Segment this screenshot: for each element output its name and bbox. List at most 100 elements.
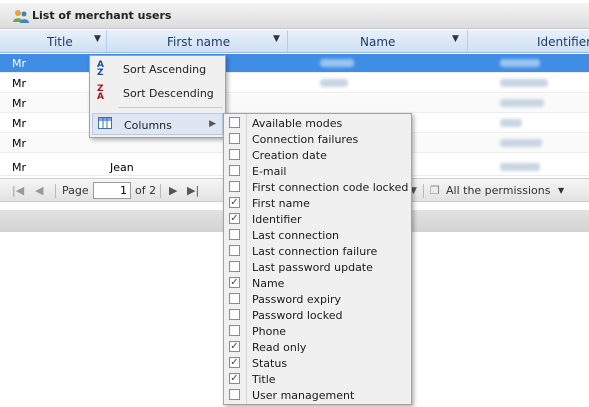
column-menu-trigger[interactable]: ▼: [94, 34, 101, 44]
toolbar-separator: [423, 184, 424, 198]
column-option-label: Creation date: [252, 149, 327, 162]
cell-title: Mr: [12, 137, 27, 150]
columns-item[interactable]: Columns ▶: [92, 113, 223, 135]
checkbox[interactable]: ✓: [229, 277, 240, 288]
column-header-first-name[interactable]: First name ▼: [107, 30, 288, 53]
next-page-icon[interactable]: ▶: [169, 184, 177, 197]
column-header-title-label: Title: [47, 35, 73, 49]
chevron-down-icon[interactable]: ▼: [452, 34, 459, 44]
columns-icon: [98, 117, 114, 133]
checkbox[interactable]: [229, 181, 240, 192]
last-page-icon[interactable]: ▶|: [187, 184, 199, 197]
column-option-password-expiry[interactable]: Password expiry: [226, 291, 412, 307]
checkbox[interactable]: ✓: [229, 373, 240, 384]
column-option-name[interactable]: ✓ Name: [226, 275, 412, 291]
checkbox[interactable]: [229, 245, 240, 256]
column-option-label: Connection failures: [252, 133, 359, 146]
checkbox[interactable]: [229, 165, 240, 176]
column-option-last-password-update[interactable]: Last password update: [226, 259, 412, 275]
column-option-first-name[interactable]: ✓ First name: [226, 195, 412, 211]
column-option-label: Last connection: [252, 229, 340, 242]
checkbox[interactable]: [229, 309, 240, 320]
column-option-email[interactable]: E-mail: [226, 163, 412, 179]
checkbox[interactable]: [229, 133, 240, 144]
column-header-title[interactable]: Title ▼: [0, 30, 107, 53]
column-option-password-locked[interactable]: Password locked: [226, 307, 412, 323]
checkbox[interactable]: [229, 293, 240, 304]
column-option-connection-failures[interactable]: Connection failures: [226, 131, 412, 147]
column-header-name[interactable]: Name ▼: [288, 30, 468, 53]
toolbar-separator: [55, 184, 56, 198]
column-header-name-label: Name: [360, 35, 396, 49]
column-option-label: User management: [252, 389, 355, 402]
chevron-down-icon[interactable]: ▼: [273, 34, 280, 44]
column-option-label: Password locked: [252, 309, 343, 322]
checkbox[interactable]: [229, 261, 240, 272]
column-option-label: Password expiry: [252, 293, 342, 306]
sort-ascending-item[interactable]: AZ Sort Ascending: [92, 58, 223, 80]
column-header-identifier-label: Identifier: [537, 35, 589, 49]
cell-name: [320, 79, 348, 87]
column-option-label: Available modes: [252, 117, 343, 130]
first-page-icon[interactable]: |◀: [12, 184, 24, 197]
column-option-last-connection-failure[interactable]: Last connection failure: [226, 243, 412, 259]
sort-descending-item[interactable]: ZA Sort Descending: [92, 82, 223, 104]
cell-identifier: [500, 119, 522, 127]
column-option-label: Phone: [252, 325, 287, 338]
menu-separator: [118, 107, 223, 108]
column-option-available-modes[interactable]: Available modes: [226, 115, 412, 131]
checkbox[interactable]: ✓: [229, 341, 240, 352]
column-option-label: Read only: [252, 341, 307, 354]
cell-title: Mr: [12, 161, 27, 174]
toolbar-separator: [160, 184, 161, 198]
cell-identifier: [500, 99, 544, 107]
cell-identifier: [500, 59, 540, 67]
cell-identifier: [500, 163, 540, 171]
page-number-input[interactable]: [93, 182, 131, 199]
column-header-menu: AZ Sort Ascending ZA Sort Descending Col…: [89, 55, 226, 138]
grid-header: Title ▼ First name ▼ Name ▼ Identifier: [0, 30, 589, 53]
column-header-identifier[interactable]: Identifier: [468, 30, 589, 53]
cell-title: Mr: [12, 97, 27, 110]
checkbox[interactable]: [229, 117, 240, 128]
columns-submenu: Available modes Connection failures Crea…: [223, 113, 412, 405]
checkbox[interactable]: [229, 229, 240, 240]
panel-title: List of merchant users: [32, 9, 172, 22]
chevron-down-icon[interactable]: ▼: [558, 186, 564, 195]
column-option-read-only[interactable]: ✓ Read only: [226, 339, 412, 355]
column-option-label: E-mail: [252, 165, 287, 178]
column-option-label: First connection code locked: [252, 181, 409, 194]
chevron-right-icon: ▶: [209, 119, 216, 129]
users-icon: [13, 10, 29, 23]
sort-ascending-label: Sort Ascending: [123, 63, 207, 76]
column-option-label: Last connection failure: [252, 245, 378, 258]
column-option-creation-date[interactable]: Creation date: [226, 147, 412, 163]
sort-ascending-icon: AZ: [97, 60, 104, 78]
column-option-user-management[interactable]: User management: [226, 387, 412, 403]
checkbox[interactable]: ✓: [229, 213, 240, 224]
cell-first-name: Jean: [110, 161, 134, 174]
checkbox[interactable]: [229, 325, 240, 336]
sort-descending-label: Sort Descending: [123, 87, 214, 100]
page-count-label: of 2: [135, 184, 157, 197]
checkbox[interactable]: ✓: [229, 197, 240, 208]
column-option-identifier[interactable]: ✓ Identifier: [226, 211, 412, 227]
column-option-first-connection-code-locked[interactable]: First connection code locked: [226, 179, 412, 195]
columns-label: Columns: [124, 119, 172, 132]
column-option-title[interactable]: ✓ Title: [226, 371, 412, 387]
checkbox[interactable]: [229, 389, 240, 400]
column-option-last-connection[interactable]: Last connection: [226, 227, 412, 243]
checkbox[interactable]: ✓: [229, 357, 240, 368]
column-option-phone[interactable]: Phone: [226, 323, 412, 339]
panel-header: List of merchant users: [0, 3, 589, 29]
cell-title: Mr: [12, 57, 27, 70]
checkbox[interactable]: [229, 149, 240, 160]
cell-name: [320, 59, 354, 67]
column-header-first-name-label: First name: [167, 35, 231, 49]
previous-page-icon[interactable]: ◀: [35, 184, 43, 197]
column-option-label: Identifier: [252, 213, 302, 226]
permissions-filter[interactable]: All the permissions: [446, 184, 550, 197]
column-option-status[interactable]: ✓ Status: [226, 355, 412, 371]
column-option-label: Name: [252, 277, 285, 290]
cell-identifier: [500, 139, 542, 147]
